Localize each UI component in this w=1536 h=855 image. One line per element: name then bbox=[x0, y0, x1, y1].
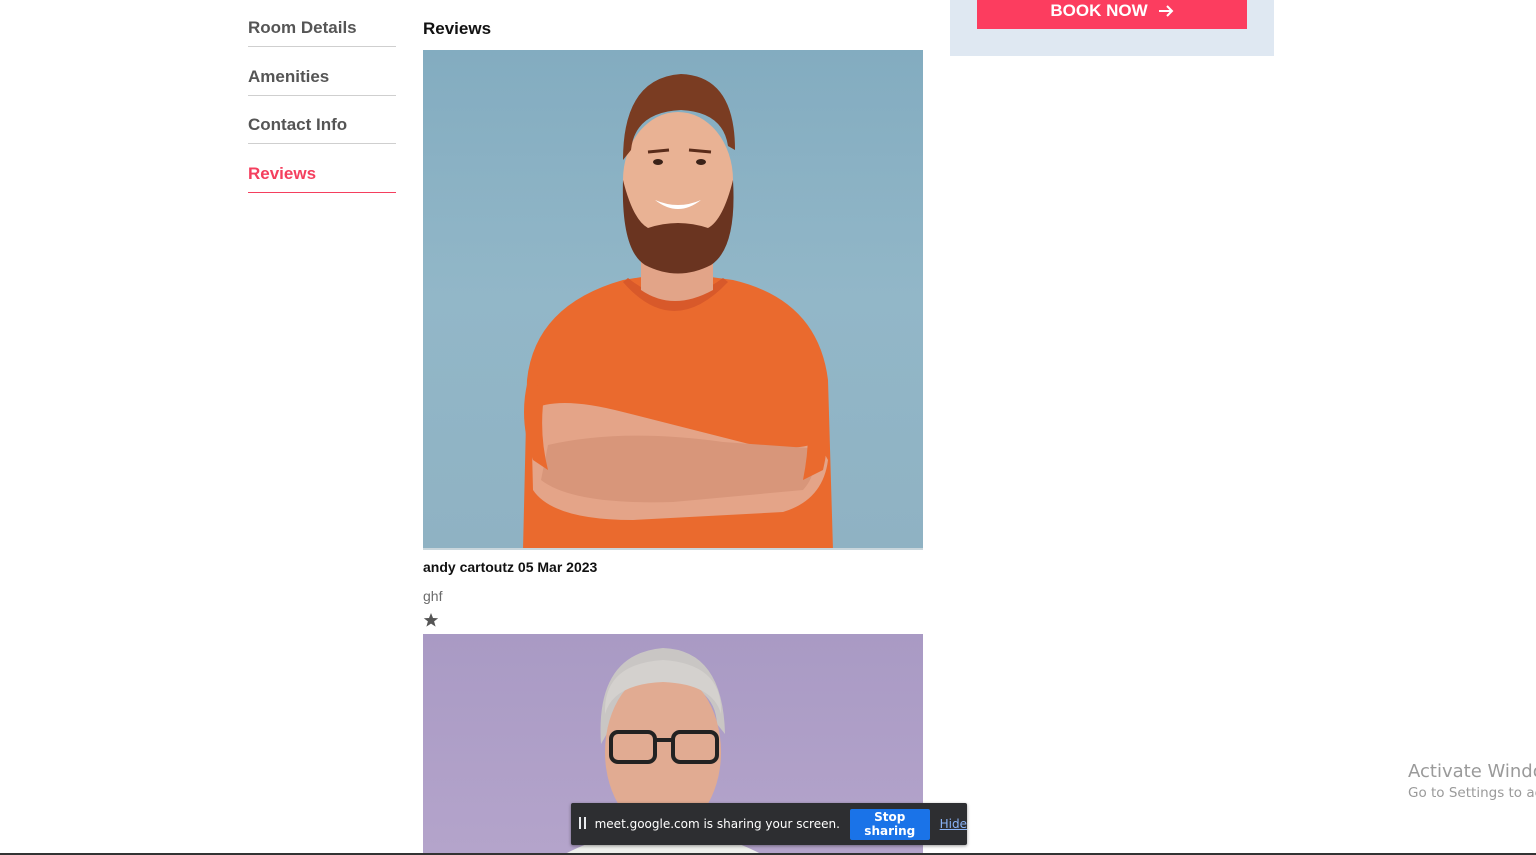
nav-item-reviews[interactable]: Reviews bbox=[248, 146, 396, 193]
stop-sharing-button[interactable]: Stop sharing bbox=[849, 808, 930, 840]
review-author-date: andy cartoutz 05 Mar 2023 bbox=[423, 559, 598, 575]
reviewer-photo bbox=[423, 50, 923, 550]
activation-title: Activate Windo bbox=[1408, 761, 1536, 782]
book-now-label: BOOK NOW bbox=[1050, 0, 1148, 20]
hide-link[interactable]: Hide bbox=[940, 817, 967, 831]
star-icon bbox=[423, 613, 439, 627]
drag-handle-icon[interactable] bbox=[579, 817, 587, 831]
arrow-right-icon bbox=[1158, 4, 1174, 17]
activation-subtitle: Go to Settings to ac bbox=[1408, 785, 1536, 801]
bearded-man-portrait bbox=[523, 74, 833, 548]
book-now-button[interactable]: BOOK NOW bbox=[977, 0, 1247, 29]
screen-share-bar: meet.google.com is sharing your screen. … bbox=[571, 803, 967, 845]
nav-item-contact-info[interactable]: Contact Info bbox=[248, 97, 396, 144]
reviews-heading: Reviews bbox=[423, 19, 492, 38]
booking-card: BOOK NOW bbox=[950, 0, 1274, 56]
windows-activation-watermark: Activate Windo Go to Settings to ac bbox=[1408, 761, 1536, 801]
nav-item-amenities[interactable]: Amenities bbox=[248, 49, 396, 96]
nav-item-room-details[interactable]: Room Details bbox=[248, 0, 396, 47]
review-text: ghf bbox=[423, 588, 443, 604]
room-section-nav: Room Details Amenities Contact Info Revi… bbox=[248, 0, 396, 194]
share-message: meet.google.com is sharing your screen. bbox=[594, 817, 840, 831]
